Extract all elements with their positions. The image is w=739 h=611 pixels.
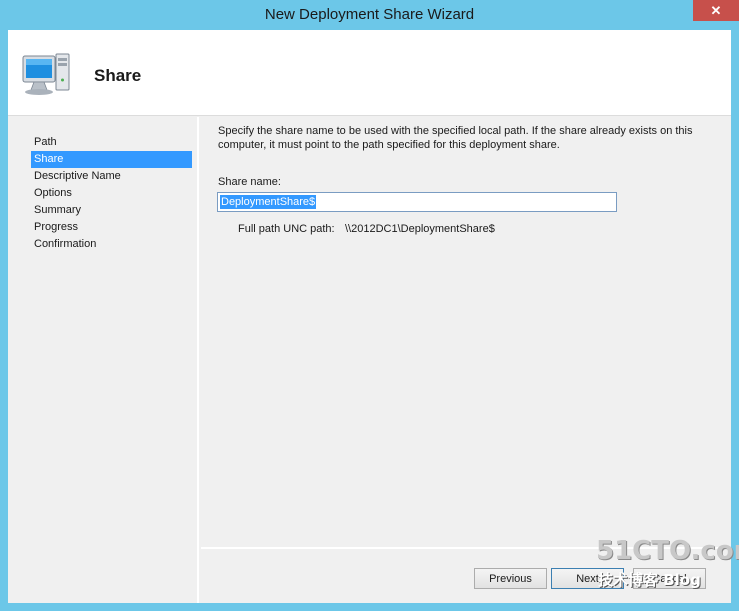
wizard-window: New Deployment Share Wizard ✕ Share Path… bbox=[0, 0, 739, 611]
step-description: Specify the share name to be used with t… bbox=[218, 125, 693, 151]
sidebar-item-options[interactable]: Options bbox=[31, 185, 192, 202]
wizard-client-area: Share Path Share Descriptive Name Option… bbox=[8, 30, 731, 603]
sidebar-item-summary[interactable]: Summary bbox=[31, 202, 192, 219]
window-title: New Deployment Share Wizard bbox=[264, 6, 475, 23]
wizard-header: Share bbox=[8, 30, 731, 116]
sidebar-item-confirmation[interactable]: Confirmation bbox=[31, 236, 192, 253]
wizard-steps-sidebar: Path Share Descriptive Name Options Summ… bbox=[8, 117, 199, 603]
unc-path-label: Full path UNC path: bbox=[238, 223, 335, 235]
wizard-content: Specify the share name to be used with t… bbox=[201, 117, 731, 547]
unc-path-value: \\2012DC1\DeploymentShare$ bbox=[345, 223, 495, 235]
share-name-value: DeploymentShare$ bbox=[220, 195, 317, 209]
page-title: Share bbox=[94, 66, 142, 85]
sidebar-item-descriptive-name[interactable]: Descriptive Name bbox=[31, 168, 192, 185]
footer-separator bbox=[201, 547, 731, 549]
close-button[interactable]: ✕ bbox=[693, 0, 739, 21]
share-name-input[interactable]: DeploymentShare$ bbox=[217, 192, 617, 212]
sidebar-item-progress[interactable]: Progress bbox=[31, 219, 192, 236]
share-name-label: Share name: bbox=[218, 176, 281, 188]
previous-button[interactable]: Previous bbox=[474, 568, 547, 589]
close-icon: ✕ bbox=[710, 2, 722, 18]
computer-icon bbox=[22, 53, 70, 95]
sidebar-item-share[interactable]: Share bbox=[31, 151, 192, 168]
cancel-button[interactable]: Cancel bbox=[633, 568, 706, 589]
next-button[interactable]: Next bbox=[551, 568, 624, 589]
sidebar-item-path[interactable]: Path bbox=[31, 134, 192, 151]
title-bar[interactable]: New Deployment Share Wizard ✕ bbox=[0, 0, 739, 30]
